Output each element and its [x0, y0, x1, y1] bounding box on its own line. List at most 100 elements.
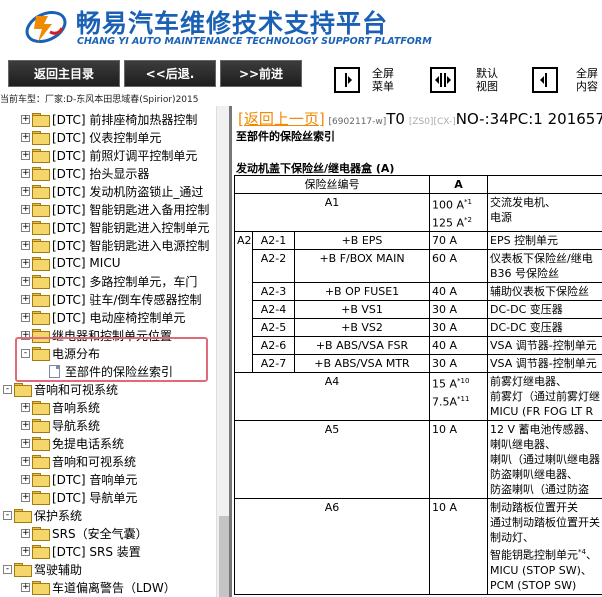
folder-icon [32, 131, 50, 145]
tree-item[interactable]: + 音响系统 [21, 398, 100, 416]
tree-item[interactable]: + [DTC] 智能钥匙进入控制单元 [21, 218, 209, 236]
tree-item[interactable]: - 驾驶辅助 [3, 560, 82, 578]
fullscreen-content-button[interactable] [532, 67, 558, 93]
expand-icon[interactable]: + [21, 420, 30, 430]
expand-icon[interactable]: + [21, 150, 30, 160]
fuse-circuit-cell: +B VS1 [294, 300, 430, 320]
collapse-icon[interactable]: - [3, 564, 12, 574]
split-view-icon [435, 73, 451, 87]
expand-icon[interactable]: + [21, 132, 30, 142]
collapse-icon[interactable]: - [3, 384, 12, 394]
tree-item[interactable]: + SRS（安全气囊） [21, 524, 148, 542]
expand-icon[interactable]: + [21, 456, 30, 466]
back-button[interactable]: <<后退. [124, 60, 216, 87]
fuse-row: A2-4 +B VS1 30 A DC-DC 变压器 [235, 300, 602, 320]
description-line: MICU (FR FOG LT R [490, 405, 594, 419]
tree-item-label: [DTC] 驻车/倒车传感器控制 [52, 292, 202, 307]
tree-item[interactable]: + 车道偏离警告（LDW） [21, 578, 176, 596]
expand-icon[interactable]: + [21, 168, 30, 178]
tree-scrollbar[interactable] [216, 106, 230, 597]
tree-item[interactable]: + [DTC] 仪表控制单元 [21, 128, 161, 146]
folder-icon [32, 527, 50, 541]
tree-item[interactable]: + 导航系统 [21, 416, 100, 434]
fullscreen-menu-button[interactable] [334, 67, 360, 93]
tree-item-label: SRS（安全气囊） [52, 526, 148, 541]
expand-icon[interactable]: + [21, 204, 30, 214]
tree-item-label: 驾驶辅助 [34, 562, 83, 577]
description-line: 制动灯、 [490, 531, 534, 545]
fuse-description-cell: DC-DC 变压器 [487, 318, 602, 338]
tree-item-label: [DTC] 智能钥匙进入控制单元 [52, 220, 210, 235]
tree-item-label: 免提电话系统 [52, 436, 125, 451]
tree-item[interactable]: + [DTC] 多路控制单元，车门 [21, 272, 197, 290]
forward-button[interactable]: >>前进 [220, 60, 302, 87]
default-view-label[interactable]: 默认 视图 [476, 67, 498, 93]
tree-item[interactable]: + [DTC] 导航单元 [21, 488, 137, 506]
expand-icon[interactable]: + [21, 276, 30, 286]
home-button[interactable]: 返回主目录 [8, 60, 120, 87]
description-line: 12 V 蓄电池传感器、 [490, 423, 596, 437]
fuse-description-cell: 12 V 蓄电池传感器、 喇叭继电器、 喇叭（通过喇叭继电器 防盗喇叭继电器、 防盗喇叭… [487, 420, 602, 500]
tree-item[interactable]: + [DTC] 抬头显示器 [21, 164, 149, 182]
folder-icon [32, 401, 50, 415]
ampere-value: 10 A [432, 423, 458, 437]
expand-icon[interactable]: + [21, 492, 30, 502]
tree-item[interactable]: + [DTC] SRS 装置 [21, 542, 141, 560]
fullscreen-content-label[interactable]: 全屏 内容 [576, 67, 598, 93]
expand-icon[interactable]: + [21, 546, 30, 556]
fuse-sub-number-cell: A2-5 [252, 318, 295, 338]
ampere-value: 40 A [432, 285, 458, 299]
tree-item-label: [DTC] 音响单元 [52, 472, 138, 487]
tree-item[interactable]: + 音响和可视系统 [21, 452, 136, 470]
expand-icon[interactable]: + [21, 114, 30, 124]
folder-icon [32, 149, 50, 163]
tree-scrollbar-thumb[interactable] [219, 516, 229, 597]
fullscreen-menu-label[interactable]: 全屏 菜单 [372, 67, 394, 93]
tree-item-label: [DTC] 仪表控制单元 [52, 130, 162, 145]
fuse-circuit-cell: +B VS2 [294, 318, 430, 338]
expand-icon[interactable]: + [21, 582, 30, 592]
tree-item[interactable]: + 免提电话系统 [21, 434, 124, 452]
back-to-previous-link[interactable]: [返回上一页] [238, 110, 325, 128]
tree-item[interactable]: + [DTC] 智能钥匙进入备用控制 [21, 200, 209, 218]
tree-item[interactable]: + [DTC] 前排座椅加热器控制 [21, 110, 197, 128]
expand-icon[interactable]: + [21, 222, 30, 232]
expand-icon[interactable]: + [21, 402, 30, 412]
fuse-description-cell: EPS 控制单元 [487, 231, 602, 251]
tree-item[interactable]: + [DTC] 前照灯调平控制单元 [21, 146, 197, 164]
fuse-sub-number-cell: A2-2 [252, 249, 295, 284]
description-line: 智能钥匙控制单元*4、 [490, 548, 597, 562]
expand-icon[interactable]: + [21, 312, 30, 322]
fuse-description-cell: 交流发电机、 电源 [487, 192, 602, 233]
tree-item-label: [DTC] MICU [52, 256, 121, 270]
tree-item[interactable]: + [DTC] MICU [21, 254, 120, 272]
tree-item-label: 音响和可视系统 [34, 382, 119, 397]
fuse-sub-number-cell: A2-3 [252, 282, 295, 302]
expand-icon[interactable]: + [21, 438, 30, 448]
tree-item-label: [DTC] SRS 装置 [52, 544, 141, 559]
tree-item[interactable]: + [DTC] 音响单元 [21, 470, 137, 488]
default-view-button[interactable] [430, 67, 456, 93]
tree-item[interactable]: + [DTC] 智能钥匙进入电源控制 [21, 236, 209, 254]
expand-icon[interactable]: + [21, 258, 30, 268]
fuse-row: A2-6 +B ABS/VSA FSR 40 A VSA 调节器-控制单元 [235, 336, 602, 356]
collapse-icon[interactable]: - [3, 510, 12, 520]
tree-item[interactable]: + [DTC] 驻车/倒车传感器控制 [21, 290, 201, 308]
expand-icon[interactable]: + [21, 528, 30, 538]
expand-icon[interactable]: + [21, 474, 30, 484]
tree-item[interactable]: - 音响和可视系统 [3, 380, 118, 398]
folder-icon [32, 257, 50, 271]
zs-code: [ZS0] [408, 117, 434, 127]
folder-icon [32, 203, 50, 217]
expand-icon[interactable]: + [21, 240, 30, 250]
arrow-left-icon [540, 73, 547, 87]
tree-item[interactable]: - 保护系统 [3, 506, 82, 524]
expand-icon[interactable]: + [21, 294, 30, 304]
description-line: PCM (STOP SW) [490, 578, 577, 592]
folder-icon [32, 419, 50, 433]
folder-icon [32, 167, 50, 181]
description-line: 通过制动踏板位置开关 [490, 516, 600, 530]
tree-item[interactable]: + [DTC] 电动座椅控制单元 [21, 308, 185, 326]
expand-icon[interactable]: + [21, 186, 30, 196]
tree-item[interactable]: + [DTC] 发动机防盗锁止_通过 [21, 182, 203, 200]
